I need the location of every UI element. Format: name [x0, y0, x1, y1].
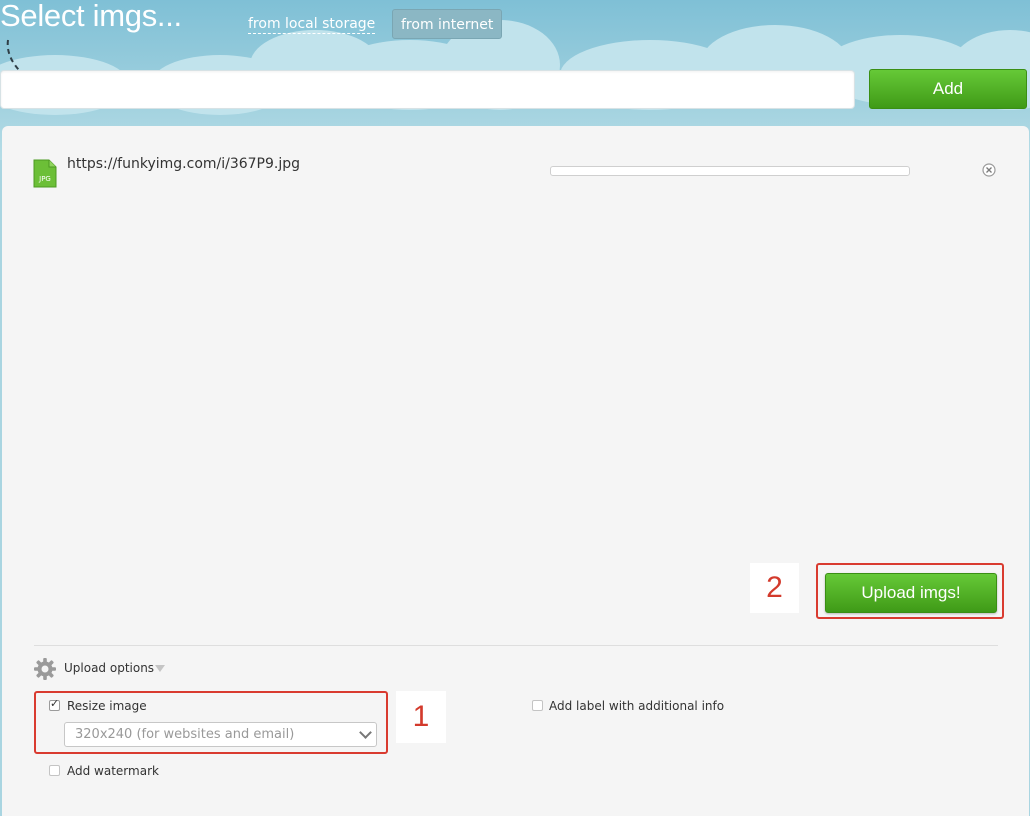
file-panel: JPG https://funkyimg.com/i/367P9.jpg 2 U… — [2, 126, 1029, 816]
tab-local-storage[interactable]: from local storage — [248, 16, 376, 34]
caret-down-icon — [155, 665, 165, 672]
gear-icon — [34, 658, 56, 680]
file-row: JPG https://funkyimg.com/i/367P9.jpg — [2, 126, 1029, 196]
tab-internet[interactable]: from internet — [392, 9, 503, 39]
remove-icon[interactable] — [982, 163, 996, 177]
resize-size-selected: 320x240 (for websites and email) — [75, 727, 295, 742]
upload-options-label: Upload options — [64, 661, 155, 675]
chevron-down-icon — [359, 726, 372, 739]
add-button[interactable]: Add — [869, 69, 1027, 109]
annotation-number-1: 1 — [396, 691, 446, 743]
upload-button[interactable]: Upload imgs! — [825, 573, 997, 613]
add-label-info-label[interactable]: Add label with additional info — [549, 699, 724, 713]
upload-progress-bar — [550, 166, 910, 176]
file-url: https://funkyimg.com/i/367P9.jpg — [67, 156, 301, 172]
resize-size-select[interactable]: 320x240 (for websites and email) — [64, 722, 377, 747]
jpg-file-icon: JPG — [33, 159, 57, 188]
url-input[interactable] — [0, 70, 855, 109]
annotation-number-2: 2 — [750, 563, 799, 613]
add-watermark-label[interactable]: Add watermark — [67, 764, 159, 778]
add-watermark-checkbox[interactable] — [49, 765, 60, 776]
resize-image-label[interactable]: Resize image — [67, 699, 147, 713]
page-title: Select imgs... — [0, 0, 182, 33]
svg-text:JPG: JPG — [38, 175, 51, 183]
resize-image-checkbox[interactable] — [49, 697, 60, 711]
divider — [34, 645, 998, 646]
add-label-info-checkbox[interactable] — [532, 700, 543, 711]
